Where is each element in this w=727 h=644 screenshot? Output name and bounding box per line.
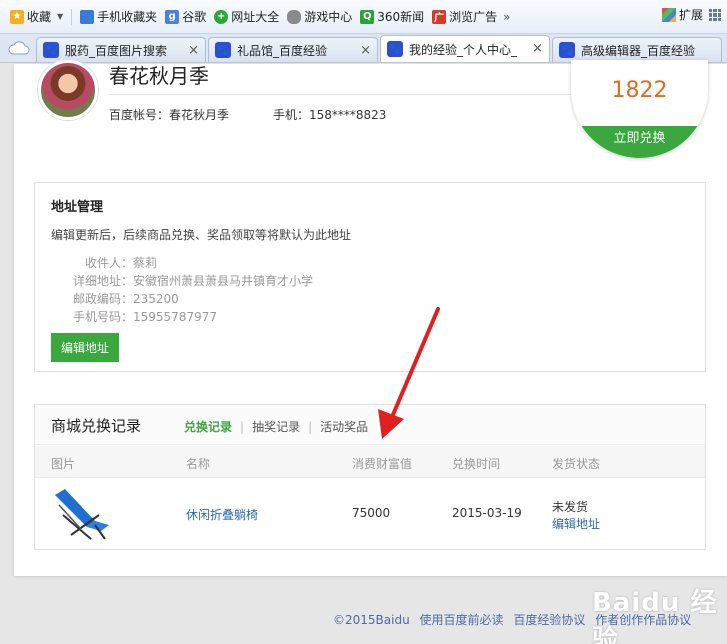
row-edit-address-link[interactable]: 编辑地址 bbox=[552, 515, 600, 532]
bookmark-mobile-favorites[interactable]: 手机收藏夹 bbox=[76, 6, 161, 28]
chevron-down-icon[interactable]: ▼ bbox=[57, 12, 63, 21]
gamepad-icon bbox=[287, 9, 302, 24]
product-image[interactable] bbox=[51, 485, 111, 543]
bookmark-sites[interactable]: + 网址大全 bbox=[210, 6, 283, 28]
ad-icon: 广 bbox=[432, 9, 447, 24]
column-header-status: 发货状态 bbox=[552, 457, 601, 471]
sites-icon: + bbox=[214, 9, 229, 24]
bookmark-label: 网址大全 bbox=[231, 10, 280, 24]
bookmark-games[interactable]: 游戏中心 bbox=[283, 6, 356, 28]
tab-strip: 🐾 服药_百度图片搜索 × 🐾 礼品馆_百度经验 × 🐾 我的经验_个人中心_ … bbox=[0, 34, 727, 63]
bookmark-label: 手机收藏夹 bbox=[97, 10, 158, 24]
field-value: 15955787977 bbox=[133, 310, 217, 324]
cloud-sync-icon[interactable] bbox=[6, 35, 32, 61]
close-icon[interactable]: × bbox=[188, 43, 199, 58]
table-row: 休闲折叠躺椅 75000 2015-03-19 未发货 编辑地址 bbox=[35, 479, 705, 549]
baidu-paw-icon: 🐾 bbox=[387, 41, 403, 57]
tab-separator: | bbox=[308, 419, 313, 434]
tab-exchange-records[interactable]: 兑换记录 bbox=[184, 418, 232, 435]
extensions-button[interactable]: 扩展 bbox=[661, 6, 703, 23]
tab-advanced-editor[interactable]: 🐾 高级编辑器_百度经验 bbox=[552, 37, 722, 62]
address-hint: 编辑更新后，后续商品兑换、奖品领取等将默认为此地址 bbox=[51, 228, 352, 242]
extensions-icon bbox=[661, 7, 676, 22]
news-icon: Q bbox=[360, 9, 375, 24]
mall-title: 商城兑换记录 bbox=[51, 417, 142, 435]
shipping-status: 未发货 bbox=[552, 500, 589, 514]
more-bookmarks-button[interactable]: » bbox=[503, 10, 510, 24]
tab-medicine-images[interactable]: 🐾 服药_百度图片搜索 × bbox=[36, 37, 206, 62]
column-header-image: 图片 bbox=[51, 457, 76, 471]
baidu-watermark: Baidu 经验 bbox=[592, 588, 718, 644]
baidu-paw-icon: 🐾 bbox=[43, 42, 59, 58]
bookmark-label: 谷歌 bbox=[182, 10, 207, 24]
star-icon: ★ bbox=[10, 9, 24, 24]
baidu-account: 百度帐号：春花秋月季 bbox=[109, 108, 230, 122]
redeem-now-button[interactable]: 立即兑换 bbox=[571, 126, 708, 158]
bookmark-favorites[interactable]: ★ 收藏 ▼ bbox=[6, 6, 67, 28]
address-heading: 地址管理 bbox=[51, 200, 104, 215]
footer-copyright: ©2015Baidu bbox=[333, 613, 410, 627]
tab-activity-prizes[interactable]: 活动奖品 bbox=[320, 418, 368, 435]
product-name-link[interactable]: 休闲折叠躺椅 bbox=[186, 506, 258, 523]
extensions-label: 扩展 bbox=[678, 8, 703, 22]
mobile-number-row: 手机号码：15955787977 bbox=[57, 308, 217, 325]
field-key: 邮政编码： bbox=[72, 292, 133, 306]
field-value: 安徽宿州萧县萧县马井镇育才小学 bbox=[133, 274, 314, 288]
table-header: 图片 名称 消费财富值 兑换时间 发货状态 bbox=[35, 446, 705, 478]
postal-code-row: 邮政编码：235200 bbox=[57, 290, 179, 307]
bookmarks-bar: ★ 收藏 ▼ 手机收藏夹 g 谷歌 + 网址大全 游戏中心 Q 360新闻 广 … bbox=[0, 0, 727, 34]
bookmark-label: 游戏中心 bbox=[304, 10, 353, 24]
avatar[interactable] bbox=[38, 60, 98, 120]
field-key: 手机号码： bbox=[72, 310, 133, 324]
profile-divider bbox=[109, 94, 571, 95]
tab-separator: | bbox=[240, 419, 245, 434]
footer-link-agreement[interactable]: 百度经验协议 bbox=[513, 613, 585, 627]
close-icon[interactable]: × bbox=[532, 41, 543, 56]
mall-tabs: 兑换记录 | 抽奖记录 | 活动奖品 bbox=[184, 418, 368, 435]
column-header-name: 名称 bbox=[186, 457, 211, 471]
tab-title: 我的经验_个人中心_ bbox=[409, 42, 518, 57]
tab-title: 礼品馆_百度经验 bbox=[237, 43, 328, 58]
exchange-date: 2015-03-19 bbox=[452, 506, 522, 520]
user-phone: 手机：158****8823 bbox=[273, 108, 387, 122]
footer-link-guide[interactable]: 使用百度前必读 bbox=[420, 613, 504, 627]
baidu-paw-icon: 🐾 bbox=[215, 42, 231, 58]
bookmark-ads[interactable]: 广 浏览广告 bbox=[428, 6, 501, 28]
column-header-cost: 消费财富值 bbox=[352, 457, 413, 471]
bookmark-news[interactable]: Q 360新闻 bbox=[356, 6, 428, 28]
bookmark-google[interactable]: g 谷歌 bbox=[161, 6, 210, 28]
wealth-points-panel: 1822 立即兑换 bbox=[571, 60, 708, 158]
tab-gift-hall[interactable]: 🐾 礼品馆_百度经验 × bbox=[208, 37, 378, 62]
baidu-paw-icon: 🐾 bbox=[559, 42, 575, 58]
column-header-time: 兑换时间 bbox=[452, 457, 501, 471]
bookmark-label: 浏览广告 bbox=[449, 10, 498, 24]
apps-grid-icon[interactable] bbox=[709, 9, 721, 21]
recipient-row: 收件人：蔡莉 bbox=[57, 254, 157, 271]
edit-address-button[interactable]: 编辑地址 bbox=[51, 333, 119, 362]
tab-my-experience[interactable]: 🐾 我的经验_个人中心_ × bbox=[380, 35, 550, 62]
tab-lottery-records[interactable]: 抽奖记录 bbox=[252, 418, 300, 435]
phone-icon bbox=[80, 9, 95, 24]
bookmark-label: 360新闻 bbox=[377, 10, 425, 24]
close-icon[interactable]: × bbox=[360, 43, 371, 58]
field-value: 蔡莉 bbox=[133, 256, 158, 270]
user-name: 春花秋月季 bbox=[109, 64, 209, 88]
cost-value: 75000 bbox=[352, 506, 391, 520]
google-icon: g bbox=[165, 9, 180, 24]
wealth-points-value: 1822 bbox=[611, 78, 668, 103]
field-value: 235200 bbox=[133, 292, 179, 306]
bookmark-divider bbox=[71, 8, 73, 25]
field-key: 详细地址： bbox=[72, 274, 133, 288]
tab-title: 高级编辑器_百度经验 bbox=[581, 43, 696, 58]
field-key: 收件人： bbox=[84, 256, 133, 270]
annotation-arrow bbox=[378, 307, 440, 439]
tab-title: 服药_百度图片搜索 bbox=[65, 43, 168, 58]
bookmark-label: 收藏 bbox=[27, 10, 52, 24]
detail-address-row: 详细地址：安徽宿州萧县萧县马井镇育才小学 bbox=[57, 272, 313, 289]
